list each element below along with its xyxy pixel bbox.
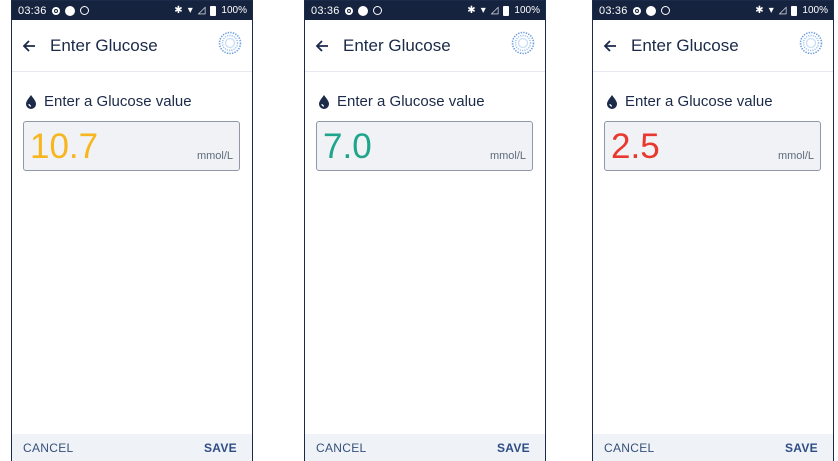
record-icon [645, 5, 656, 16]
glucose-value: 7.0 [323, 127, 372, 166]
glucose-input[interactable]: 10.7 mmol/L [23, 121, 240, 171]
action-bar: CANCEL SAVE [593, 434, 833, 461]
cancel-button[interactable]: CANCEL [316, 441, 366, 455]
prompt-label: Enter a Glucose value [44, 93, 192, 110]
wifi-icon: ▾ [187, 4, 193, 16]
blood-drop-icon [607, 94, 617, 109]
pod-status-icon[interactable] [799, 31, 823, 55]
wifi-icon: ▾ [480, 4, 486, 16]
phone-screen-1: 03:36 ✱ ▾ ◿ 100% Enter Glucose Enter a G… [11, 0, 253, 461]
prompt-label: Enter a Glucose value [625, 93, 773, 110]
sync-icon [660, 6, 670, 15]
prompt-label: Enter a Glucose value [337, 93, 485, 110]
glucose-input[interactable]: 2.5 mmol/L [604, 121, 821, 171]
status-bar: 03:36 ✱ ▾ ◿ 100% [593, 1, 833, 20]
signal-icon: ◿ [197, 4, 206, 16]
app-bar: Enter Glucose [12, 20, 252, 72]
battery-percent: 100% [221, 5, 247, 16]
battery-icon [503, 5, 510, 16]
cancel-button[interactable]: CANCEL [23, 441, 73, 455]
status-time: 03:36 [18, 4, 47, 17]
battery-percent: 100% [514, 5, 540, 16]
bluetooth-icon: ✱ [755, 4, 764, 16]
glucose-value: 10.7 [30, 127, 99, 166]
glucose-unit: mmol/L [777, 150, 814, 162]
glucose-input[interactable]: 7.0 mmol/L [316, 121, 533, 171]
pod-status-icon[interactable] [511, 31, 535, 55]
arrow-left-icon[interactable] [315, 39, 329, 53]
signal-icon: ◿ [778, 4, 787, 16]
status-time: 03:36 [599, 4, 628, 17]
arrow-left-icon[interactable] [603, 39, 617, 53]
save-button[interactable]: SAVE [497, 441, 530, 455]
cancel-button[interactable]: CANCEL [604, 441, 654, 455]
record-icon [64, 5, 75, 16]
wifi-icon: ▾ [768, 4, 774, 16]
glucose-prompt: Enter a Glucose value [317, 93, 545, 110]
arrow-left-icon[interactable] [22, 39, 36, 53]
blood-drop-icon [26, 94, 36, 109]
sync-icon [372, 6, 382, 15]
sync-icon [79, 6, 89, 15]
notification-icon [632, 6, 641, 15]
app-bar: Enter Glucose [305, 20, 545, 72]
signal-icon: ◿ [490, 4, 499, 16]
page-title: Enter Glucose [631, 35, 739, 55]
status-time: 03:36 [311, 4, 340, 17]
app-bar: Enter Glucose [593, 20, 833, 72]
save-button[interactable]: SAVE [785, 441, 818, 455]
pod-status-icon[interactable] [218, 31, 242, 55]
glucose-value: 2.5 [611, 127, 660, 166]
phone-screen-2: 03:36 ✱ ▾ ◿ 100% Enter Glucose Enter a G… [304, 0, 546, 461]
blood-drop-icon [319, 94, 329, 109]
page-title: Enter Glucose [343, 35, 451, 55]
bluetooth-icon: ✱ [174, 4, 183, 16]
battery-icon [210, 5, 217, 16]
phone-screen-3: 03:36 ✱ ▾ ◿ 100% Enter Glucose Enter a G… [592, 0, 834, 461]
glucose-prompt: Enter a Glucose value [24, 93, 252, 110]
glucose-unit: mmol/L [196, 150, 233, 162]
status-bar: 03:36 ✱ ▾ ◿ 100% [305, 1, 545, 20]
notification-icon [51, 6, 60, 15]
status-bar: 03:36 ✱ ▾ ◿ 100% [12, 1, 252, 20]
glucose-unit: mmol/L [489, 150, 526, 162]
battery-percent: 100% [802, 5, 828, 16]
glucose-prompt: Enter a Glucose value [605, 93, 833, 110]
page-title: Enter Glucose [50, 35, 158, 55]
battery-icon [791, 5, 798, 16]
record-icon [357, 5, 368, 16]
notification-icon [344, 6, 353, 15]
action-bar: CANCEL SAVE [305, 434, 545, 461]
bluetooth-icon: ✱ [467, 4, 476, 16]
save-button[interactable]: SAVE [204, 441, 237, 455]
action-bar: CANCEL SAVE [12, 434, 252, 461]
